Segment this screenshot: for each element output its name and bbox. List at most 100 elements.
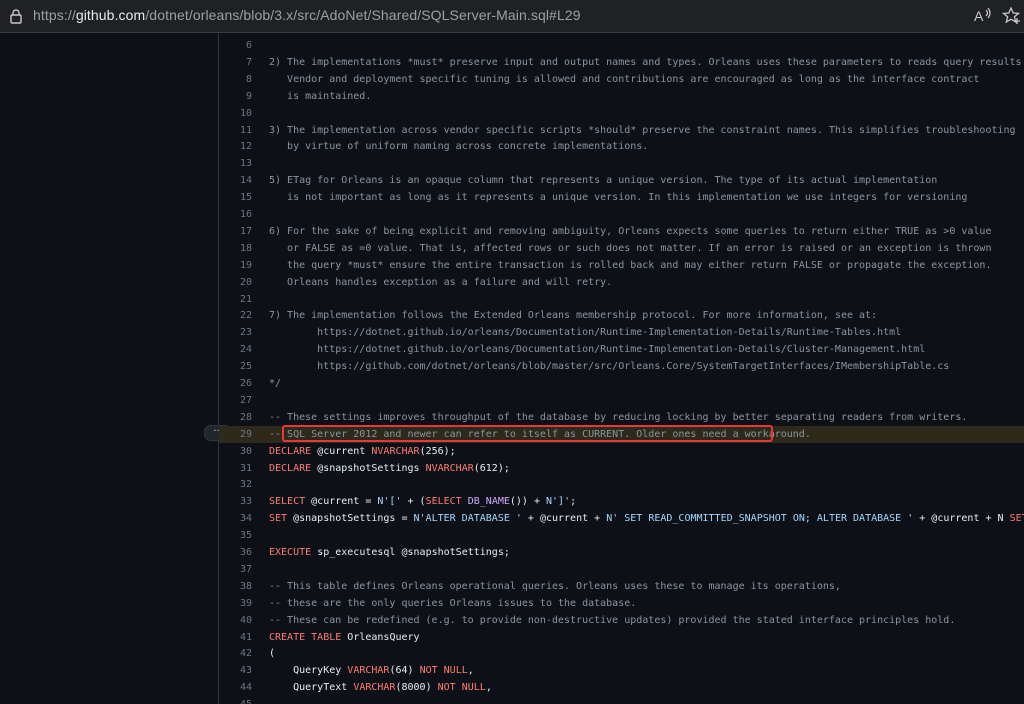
code-line[interactable]: 8 Vendor and deployment specific tuning …: [219, 71, 1024, 88]
line-number[interactable]: 14: [219, 172, 252, 189]
code-line[interactable]: 6: [219, 37, 1024, 54]
line-text: Orleans handles exception as a failure a…: [269, 276, 613, 288]
code-line[interactable]: 38 -- This table defines Orleans operatio…: [219, 578, 1024, 595]
code-line[interactable]: 19 the query *must* ensure the entire tr…: [219, 257, 1024, 274]
line-number[interactable]: 37: [219, 561, 252, 578]
code-line[interactable]: 21: [219, 291, 1024, 308]
line-text: -- These settings improves throughput of…: [269, 411, 968, 423]
code-line[interactable]: 22 7) The implementation follows the Exte…: [219, 307, 1024, 324]
line-number[interactable]: 29: [219, 426, 252, 443]
code-line[interactable]: 14 5) ETag for Orleans is an opaque colum…: [219, 172, 1024, 189]
code-line[interactable]: 23 https://dotnet.github.io/orleans/Docu…: [219, 324, 1024, 341]
line-number[interactable]: 38: [219, 578, 252, 595]
line-text: */: [269, 378, 282, 389]
code-line[interactable]: 27: [219, 392, 1024, 409]
line-number[interactable]: 11: [219, 122, 252, 139]
line-number[interactable]: 25: [219, 358, 252, 375]
line-number[interactable]: 34: [219, 510, 252, 527]
url-path: /dotnet/orleans/blob/3.x/src/AdoNet/Shar…: [145, 7, 581, 23]
code-line[interactable]: 36 EXECUTE sp_executesql @snapshotSetting…: [219, 544, 1024, 561]
line-number[interactable]: 17: [219, 223, 252, 240]
code-line[interactable]: 30 DECLARE @current NVARCHAR(256);: [219, 443, 1024, 460]
favorite-star-icon[interactable]: [1002, 6, 1022, 26]
code-line[interactable]: 37: [219, 561, 1024, 578]
code-line[interactable]: 42 (: [219, 645, 1024, 662]
code-line[interactable]: 28 -- These settings improves throughput …: [219, 409, 1024, 426]
line-number[interactable]: 44: [219, 679, 252, 696]
line-number[interactable]: 15: [219, 189, 252, 206]
code-line[interactable]: 31 DECLARE @snapshotSettings NVARCHAR(612…: [219, 460, 1024, 477]
line-number[interactable]: 9: [219, 88, 252, 105]
code-line[interactable]: 44 QueryText VARCHAR(8000) NOT NULL,: [219, 679, 1024, 696]
code-viewer[interactable]: 6 7 2) The implementations *must* preserve…: [219, 33, 1024, 704]
line-number[interactable]: 8: [219, 71, 252, 88]
line-number[interactable]: 41: [219, 629, 252, 646]
line-text: is not important as long as it represent…: [269, 192, 968, 204]
code-line[interactable]: 10: [219, 105, 1024, 122]
line-text: DECLARE @current NVARCHAR(256);: [269, 445, 456, 457]
url-text[interactable]: https://github.com/dotnet/orleans/blob/3…: [33, 7, 581, 23]
code-line[interactable]: 25 https://github.com/dotnet/orleans/blo…: [219, 358, 1024, 375]
line-number[interactable]: 16: [219, 206, 252, 223]
line-number[interactable]: 40: [219, 612, 252, 629]
code-line[interactable]: 35: [219, 527, 1024, 544]
line-number[interactable]: 28: [219, 409, 252, 426]
line-number[interactable]: 10: [219, 105, 252, 122]
line-text: DECLARE @snapshotSettings NVARCHAR(612);: [269, 462, 510, 474]
code-line[interactable]: 18 or FALSE as =0 value. That is, affect…: [219, 240, 1024, 257]
line-number[interactable]: 22: [219, 307, 252, 324]
line-text: Vendor and deployment specific tuning is…: [269, 73, 980, 85]
line-number[interactable]: 7: [219, 54, 252, 71]
code-line[interactable]: 32: [219, 476, 1024, 493]
line-number[interactable]: 13: [219, 155, 252, 172]
line-number[interactable]: 23: [219, 324, 252, 341]
line-number[interactable]: 35: [219, 527, 252, 544]
lock-icon[interactable]: [8, 8, 24, 24]
line-number[interactable]: 24: [219, 341, 252, 358]
line-text: 6) For the sake of being explicit and re…: [269, 225, 992, 237]
line-number[interactable]: 42: [219, 645, 252, 662]
code-line[interactable]: 34 SET @snapshotSettings = N'ALTER DATABA…: [219, 510, 1024, 527]
code-line[interactable]: 12 by virtue of uniform naming across co…: [219, 138, 1024, 155]
line-number[interactable]: 18: [219, 240, 252, 257]
code-line[interactable]: 15 is not important as long as it repres…: [219, 189, 1024, 206]
code-line[interactable]: 40 -- These can be redefined (e.g. to pro…: [219, 612, 1024, 629]
code-line[interactable]: 39 -- these are the only queries Orleans …: [219, 595, 1024, 612]
line-text: -- This table defines Orleans operationa…: [269, 580, 841, 592]
line-number[interactable]: 6: [219, 37, 252, 54]
line-number[interactable]: 33: [219, 493, 252, 510]
line-number[interactable]: 26: [219, 375, 252, 392]
code-line[interactable]: 43 QueryKey VARCHAR(64) NOT NULL,: [219, 662, 1024, 679]
code-line[interactable]: 45: [219, 696, 1024, 704]
line-number[interactable]: 20: [219, 274, 252, 291]
line-number[interactable]: 32: [219, 476, 252, 493]
code-line[interactable]: 16: [219, 206, 1024, 223]
line-text: 3) The implementation across vendor spec…: [269, 124, 1016, 136]
line-text: 5) ETag for Orleans is an opaque column …: [269, 175, 938, 187]
line-number[interactable]: 27: [219, 392, 252, 409]
read-aloud-icon[interactable]: A: [972, 6, 994, 26]
line-number[interactable]: 31: [219, 460, 252, 477]
code-line[interactable]: 24 https://dotnet.github.io/orleans/Docu…: [219, 341, 1024, 358]
code-line[interactable]: 11 3) The implementation across vendor sp…: [219, 122, 1024, 139]
line-text: (: [269, 648, 276, 660]
line-number[interactable]: 36: [219, 544, 252, 561]
code-line[interactable]: 7 2) The implementations *must* preserve …: [219, 54, 1024, 71]
address-bar[interactable]: https://github.com/dotnet/orleans/blob/3…: [0, 0, 1024, 33]
line-number[interactable]: 30: [219, 443, 252, 460]
line-number[interactable]: 19: [219, 257, 252, 274]
code-line[interactable]: 26 */: [219, 375, 1024, 392]
line-number[interactable]: 45: [219, 696, 252, 704]
code-line[interactable]: 9 is maintained.: [219, 88, 1024, 105]
code-line[interactable]: 13: [219, 155, 1024, 172]
line-text: is maintained.: [269, 90, 372, 102]
line-number[interactable]: 39: [219, 595, 252, 612]
line-number[interactable]: 12: [219, 138, 252, 155]
line-number[interactable]: 21: [219, 291, 252, 308]
code-line[interactable]: 29 -- SQL Server 2012 and newer can refer…: [219, 424, 1024, 443]
code-line[interactable]: 41 CREATE TABLE OrleansQuery: [219, 629, 1024, 646]
code-line[interactable]: 33 SELECT @current = N'[' + (SELECT DB_NA…: [219, 493, 1024, 510]
line-number[interactable]: 43: [219, 662, 252, 679]
code-line[interactable]: 17 6) For the sake of being explicit and …: [219, 223, 1024, 240]
code-line[interactable]: 20 Orleans handles exception as a failur…: [219, 274, 1024, 291]
